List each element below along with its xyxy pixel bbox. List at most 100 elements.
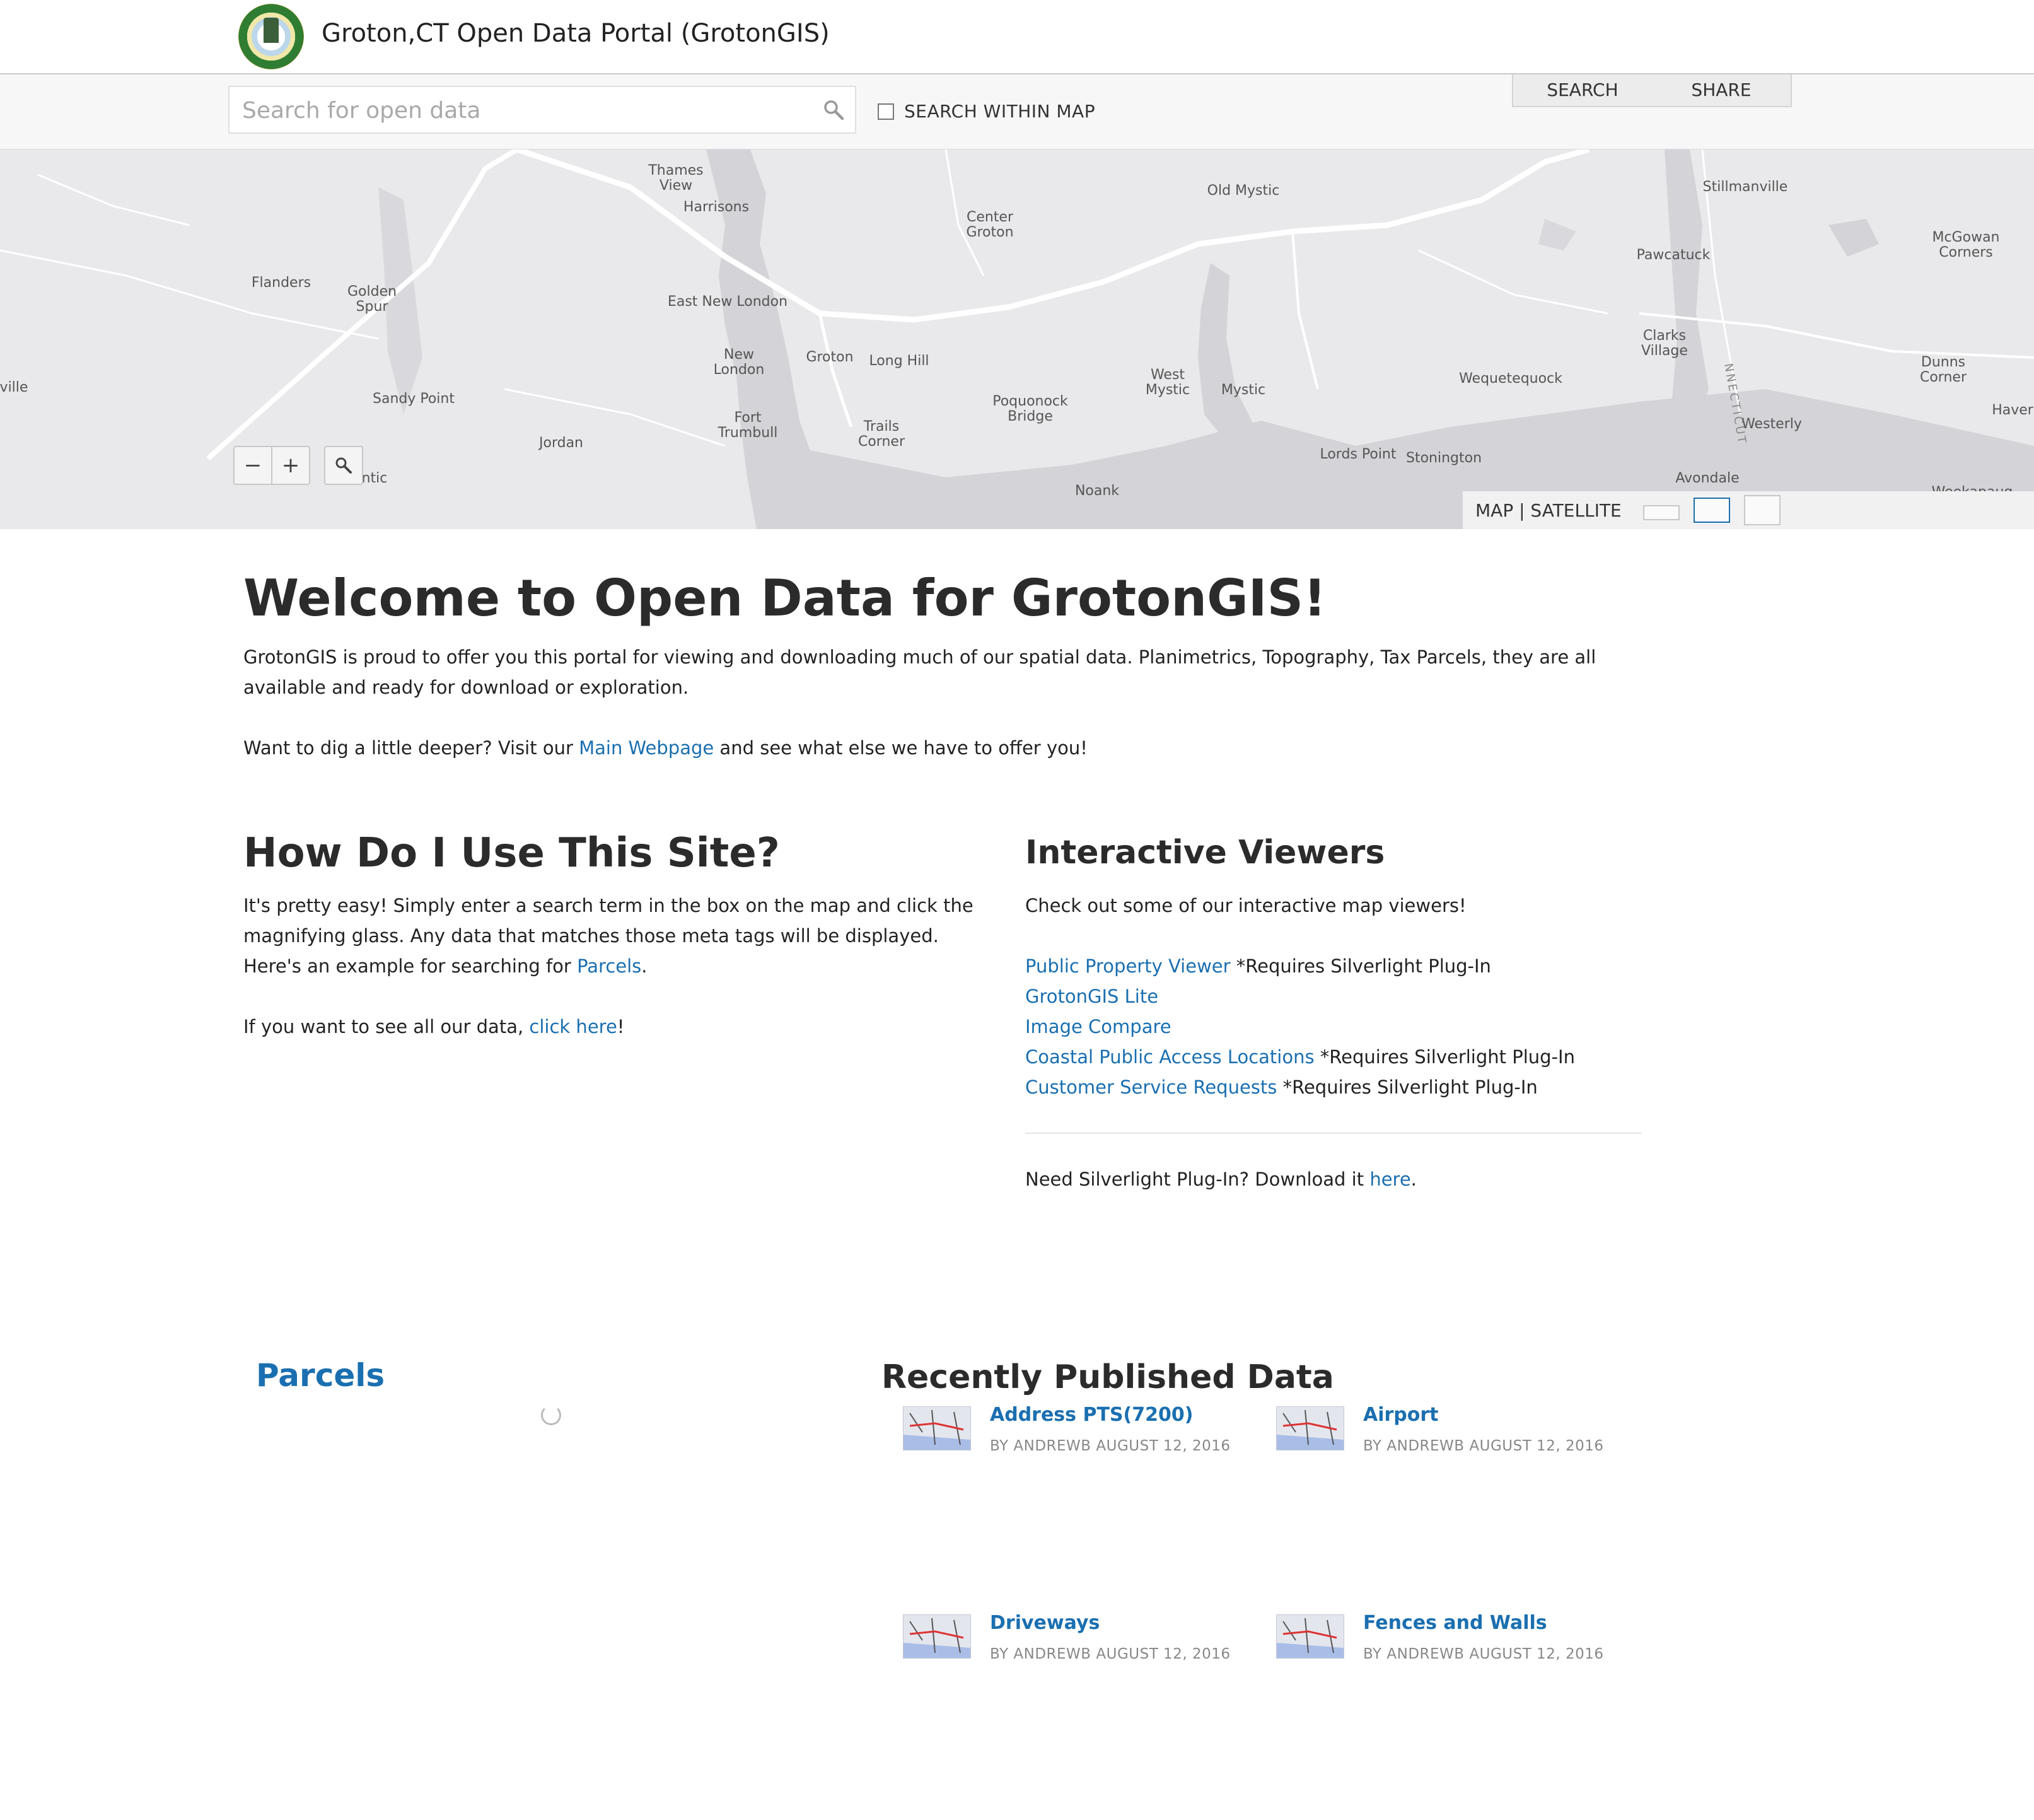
main-webpage-link[interactable]: Main Webpage [579, 737, 714, 759]
basemap-option-gray[interactable] [1643, 505, 1680, 520]
map-place-label: Clarks Village [1641, 328, 1688, 359]
zoom-controls: − + [233, 446, 310, 485]
recent-item: Fences and Walls BY ANDREWB AUGUST 12, 2… [1276, 1612, 1629, 1675]
viewer-link-image-compare[interactable]: Image Compare [1025, 1016, 1171, 1037]
map-place-label: McGowan Corners [1932, 230, 2000, 260]
map-place-label: New London [713, 347, 765, 378]
recent-item: Airport BY ANDREWB AUGUST 12, 2016 [1276, 1404, 1629, 1467]
search-within-map-label: SEARCH WITHIN MAP [904, 101, 1096, 122]
site-title[interactable]: Groton,CT Open Data Portal (GrotonGIS) [322, 19, 830, 48]
viewer-link-customer-service[interactable]: Customer Service Requests [1025, 1076, 1277, 1098]
search-bar: SEARCH WITHIN MAP SEARCH SHARE [0, 74, 2034, 149]
map-place-label: Pawcatuck [1636, 247, 1711, 263]
parcels-example-link[interactable]: Parcels [577, 955, 641, 977]
map-place-label: Lords Point [1320, 446, 1397, 462]
dataset-thumbnail[interactable] [903, 1614, 971, 1659]
viewer-note: *Requires Silverlight Plug-In [1314, 1046, 1575, 1068]
search-input[interactable] [241, 87, 811, 134]
dataset-thumbnail[interactable] [903, 1406, 971, 1450]
all-data-link[interactable]: click here [529, 1016, 617, 1037]
howto-text-after: . [641, 955, 648, 977]
recent-item: Driveways BY ANDREWB AUGUST 12, 2016 [903, 1612, 1256, 1675]
dataset-title[interactable]: Airport [1363, 1404, 1439, 1426]
viewer-link-coastal-access[interactable]: Coastal Public Access Locations [1025, 1046, 1315, 1068]
site-header: Groton,CT Open Data Portal (GrotonGIS) [0, 0, 2034, 74]
howto-text: It's pretty easy! Simply enter a search … [243, 890, 987, 981]
map-view[interactable]: Thames View Harrisons Old Mystic Stillmanvi… [0, 149, 2034, 529]
search-share-tabs: SEARCH SHARE [1512, 74, 1792, 107]
dataset-meta: BY ANDREWB AUGUST 12, 2016 [990, 1438, 1231, 1454]
dataset-thumbnail[interactable] [1276, 1614, 1344, 1659]
viewer-item: Customer Service Requests *Requires Silv… [1025, 1072, 1575, 1102]
zoom-out-button[interactable]: − [235, 447, 271, 484]
map-place-label: Fort Trumbull [718, 410, 778, 441]
map-place-label: Noank [1074, 483, 1120, 499]
basemap-label[interactable]: MAP | SATELLITE [1475, 500, 1622, 521]
map-place-label: Groton [806, 349, 854, 365]
map-place-label: Haver [1992, 402, 2033, 418]
tab-share[interactable]: SHARE [1652, 74, 1791, 106]
howto-title: How Do I Use This Site? [243, 830, 780, 877]
map-place-label: Mystic [1221, 382, 1266, 398]
viewer-note: *Requires Silverlight Plug-In [1230, 955, 1491, 977]
recent-item: Address PTS(7200) BY ANDREWB AUGUST 12, … [903, 1404, 1256, 1467]
dataset-title[interactable]: Fences and Walls [1363, 1612, 1547, 1634]
map-place-label: Stonington [1405, 450, 1482, 466]
welcome-intro: GrotonGIS is proud to offer you this por… [243, 646, 1596, 698]
deeper-text-before: Want to dig a little deeper? Visit our [243, 737, 579, 759]
map-place-label: Harrisons [683, 199, 750, 215]
map-place-label: Westerly [1741, 416, 1802, 432]
map-place-label: Trails Corner [857, 419, 905, 450]
search-icon[interactable] [822, 98, 845, 121]
map-place-label: Old Mystic [1207, 183, 1280, 199]
parcels-title[interactable]: Parcels [256, 1357, 385, 1394]
basemap-option-streets[interactable] [1694, 498, 1730, 523]
dataset-meta: BY ANDREWB AUGUST 12, 2016 [1363, 1646, 1604, 1662]
basemap-toggle: MAP | SATELLITE [1463, 491, 2034, 529]
map-place-label: East New London [667, 294, 788, 310]
tab-search[interactable]: SEARCH [1513, 74, 1652, 106]
dataset-title[interactable]: Address PTS(7200) [990, 1404, 1193, 1426]
map-place-label: Center Groton [966, 209, 1014, 240]
viewer-item: Coastal Public Access Locations *Require… [1025, 1042, 1575, 1072]
welcome-deeper: Want to dig a little deeper? Visit our M… [243, 733, 1088, 763]
map-place-label: ntic [361, 470, 388, 486]
viewer-link-public-property[interactable]: Public Property Viewer [1025, 955, 1231, 977]
loading-spinner-icon [541, 1405, 561, 1425]
map-search-button[interactable] [324, 446, 363, 485]
zoom-in-button[interactable]: + [271, 447, 309, 484]
viewer-link-grotongis-lite[interactable]: GrotonGIS Lite [1025, 986, 1158, 1007]
map-place-label: Avondale [1675, 470, 1740, 486]
map-place-label: Stillmanville [1702, 179, 1788, 195]
deeper-text-after: and see what else we have to offer you! [714, 737, 1088, 759]
map-place-label: Long Hill [869, 353, 929, 369]
map-place-label: ville [0, 380, 28, 395]
search-within-map[interactable]: SEARCH WITHIN MAP [878, 101, 1095, 122]
dataset-title[interactable]: Driveways [990, 1612, 1100, 1634]
recent-title: Recently Published Data [881, 1358, 1334, 1396]
map-place-label: Sandy Point [373, 391, 455, 407]
town-seal-logo[interactable] [238, 4, 304, 69]
search-within-map-checkbox[interactable] [878, 103, 894, 120]
welcome-title: Welcome to Open Data for GrotonGIS! [243, 569, 1327, 627]
all-data-text: If you want to see all our data, click h… [243, 1012, 624, 1042]
viewers-divider [1025, 1133, 1642, 1134]
map-place-label: Wequetequock [1459, 371, 1562, 387]
silverlight-after: . [1410, 1169, 1417, 1190]
viewers-title: Interactive Viewers [1025, 834, 1385, 872]
all-data-before: If you want to see all our data, [243, 1016, 530, 1037]
dataset-meta: BY ANDREWB AUGUST 12, 2016 [990, 1646, 1231, 1662]
basemap-option-satellite[interactable] [1744, 495, 1781, 525]
dataset-meta: BY ANDREWB AUGUST 12, 2016 [1363, 1438, 1604, 1454]
all-data-after: ! [617, 1016, 625, 1037]
silverlight-text: Need Silverlight Plug-In? Download it he… [1025, 1164, 1417, 1194]
viewer-note: *Requires Silverlight Plug-In [1277, 1076, 1538, 1098]
map-place-label: Thames View [648, 163, 704, 194]
viewers-intro: Check out some of our interactive map vi… [1025, 895, 1467, 916]
dataset-thumbnail[interactable] [1276, 1406, 1344, 1450]
silverlight-before: Need Silverlight Plug-In? Download it [1025, 1169, 1370, 1190]
silverlight-download-link[interactable]: here [1369, 1169, 1410, 1190]
viewer-list: Public Property Viewer *Requires Silverl… [1025, 951, 1575, 1102]
map-place-label: Poquonock Bridge [992, 394, 1068, 424]
map-place-label: Golden Spur [347, 284, 397, 315]
